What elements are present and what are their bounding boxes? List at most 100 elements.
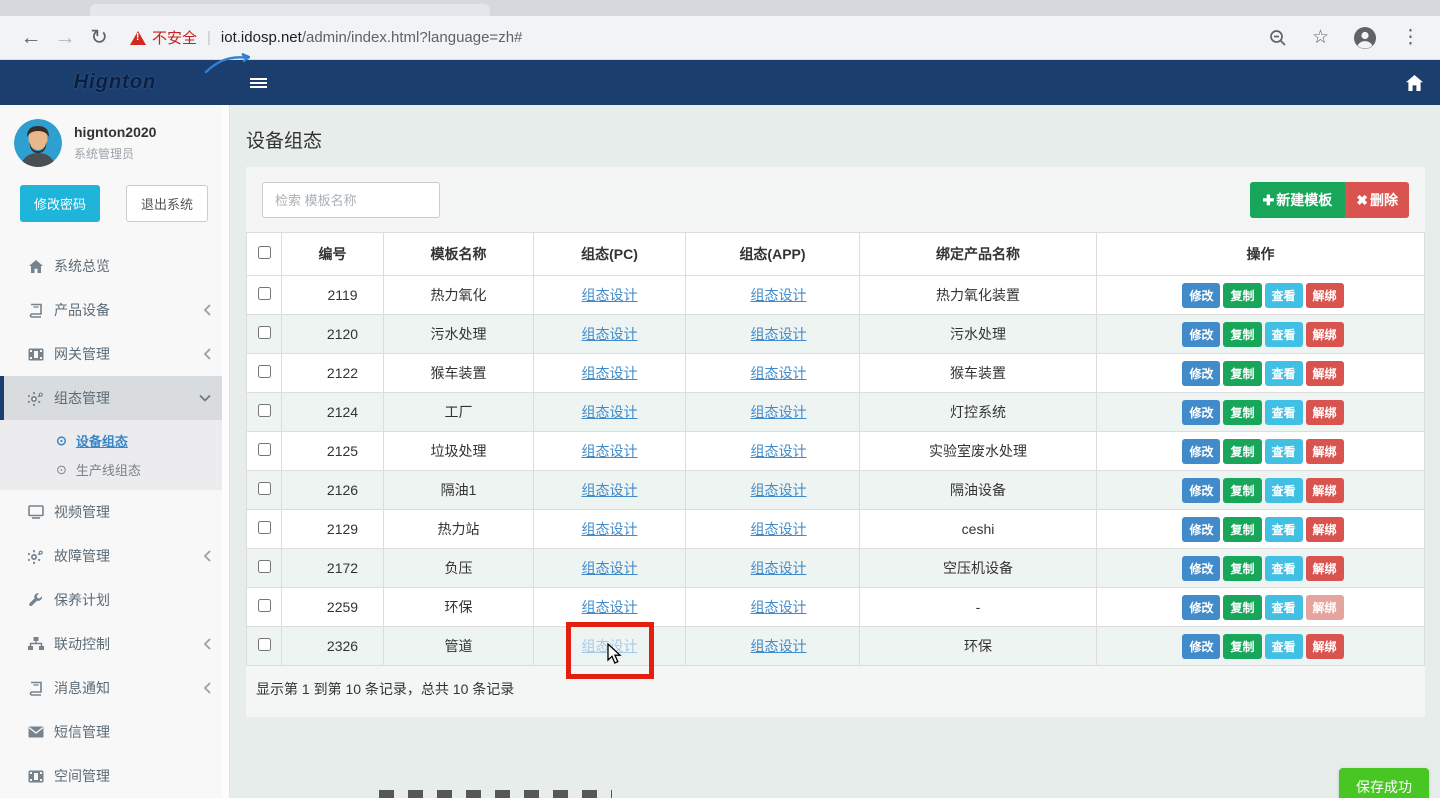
edit-button[interactable]: 修改 (1182, 478, 1220, 503)
unbind-button[interactable]: 解绑 (1306, 595, 1344, 620)
row-checkbox[interactable] (258, 287, 271, 300)
change-password-button[interactable]: 修改密码 (20, 185, 100, 222)
copy-button[interactable]: 复制 (1223, 634, 1261, 659)
app-design-link[interactable]: 组态设计 (751, 287, 807, 303)
security-warning[interactable]: 不安全 (152, 27, 197, 48)
view-button[interactable]: 查看 (1265, 361, 1303, 386)
app-design-link[interactable]: 组态设计 (751, 638, 807, 654)
sidebar-item-10[interactable]: 短信管理 (0, 710, 229, 754)
edit-button[interactable]: 修改 (1182, 439, 1220, 464)
sidebar-subitem-2[interactable]: ⊙生产线组态 (0, 455, 229, 484)
view-button[interactable]: 查看 (1265, 478, 1303, 503)
sidebar-item-1[interactable]: 系统总览 (0, 244, 229, 288)
unbind-button[interactable]: 解绑 (1306, 322, 1344, 347)
copy-button[interactable]: 复制 (1223, 283, 1261, 308)
profile-avatar-icon[interactable] (1353, 26, 1377, 50)
app-design-link[interactable]: 组态设计 (751, 482, 807, 498)
pc-design-link[interactable]: 组态设计 (582, 443, 638, 459)
copy-button[interactable]: 复制 (1223, 595, 1261, 620)
unbind-button[interactable]: 解绑 (1306, 283, 1344, 308)
app-design-link[interactable]: 组态设计 (751, 560, 807, 576)
menu-dots-icon[interactable]: ⋮ (1401, 26, 1420, 49)
pc-design-link[interactable]: 组态设计 (582, 287, 638, 303)
sidebar-subitem-1[interactable]: ⊙设备组态 (0, 426, 229, 455)
copy-button[interactable]: 复制 (1223, 361, 1261, 386)
app-design-link[interactable]: 组态设计 (751, 521, 807, 537)
sidebar-item-6[interactable]: 故障管理 (0, 534, 229, 578)
pc-design-link[interactable]: 组态设计 (582, 599, 638, 615)
copy-button[interactable]: 复制 (1223, 400, 1261, 425)
pc-design-link[interactable]: 组态设计 (582, 404, 638, 420)
unbind-button[interactable]: 解绑 (1306, 439, 1344, 464)
view-button[interactable]: 查看 (1265, 634, 1303, 659)
app-logo[interactable]: Hignton (0, 60, 230, 105)
view-button[interactable]: 查看 (1265, 283, 1303, 308)
reload-icon[interactable]: ↻ (82, 25, 116, 50)
sidebar-item-9[interactable]: 消息通知 (0, 666, 229, 710)
row-checkbox[interactable] (258, 599, 271, 612)
edit-button[interactable]: 修改 (1182, 517, 1220, 542)
address-bar[interactable]: 不安全 | iot.idosp.net/admin/index.html?lan… (130, 27, 1268, 48)
bookmark-star-icon[interactable]: ☆ (1312, 26, 1329, 49)
pc-design-link[interactable]: 组态设计 (582, 326, 638, 342)
edit-button[interactable]: 修改 (1182, 361, 1220, 386)
row-checkbox[interactable] (258, 521, 271, 534)
back-icon[interactable]: ← (14, 26, 48, 50)
row-checkbox[interactable] (258, 404, 271, 417)
delete-button[interactable]: ✖删除 (1345, 182, 1409, 218)
browser-active-tab[interactable] (90, 4, 490, 16)
search-input[interactable] (262, 182, 440, 218)
unbind-button[interactable]: 解绑 (1306, 517, 1344, 542)
view-button[interactable]: 查看 (1265, 517, 1303, 542)
new-template-button[interactable]: ✚新建模板 (1250, 182, 1346, 218)
app-design-link[interactable]: 组态设计 (751, 443, 807, 459)
sidebar-item-11[interactable]: 空间管理 (0, 754, 229, 798)
edit-button[interactable]: 修改 (1182, 595, 1220, 620)
sidebar-item-5[interactable]: 视频管理 (0, 490, 229, 534)
logout-button[interactable]: 退出系统 (126, 185, 208, 222)
unbind-button[interactable]: 解绑 (1306, 556, 1344, 581)
edit-button[interactable]: 修改 (1182, 400, 1220, 425)
edit-button[interactable]: 修改 (1182, 283, 1220, 308)
row-checkbox[interactable] (258, 638, 271, 651)
copy-button[interactable]: 复制 (1223, 556, 1261, 581)
forward-icon[interactable]: → (48, 26, 82, 50)
edit-button[interactable]: 修改 (1182, 556, 1220, 581)
select-all-checkbox[interactable] (258, 246, 271, 259)
view-button[interactable]: 查看 (1265, 439, 1303, 464)
avatar[interactable] (14, 119, 62, 167)
row-checkbox[interactable] (258, 365, 271, 378)
zoom-out-icon[interactable] (1268, 28, 1288, 48)
edit-button[interactable]: 修改 (1182, 634, 1220, 659)
view-button[interactable]: 查看 (1265, 322, 1303, 347)
row-checkbox[interactable] (258, 443, 271, 456)
row-checkbox[interactable] (258, 482, 271, 495)
view-button[interactable]: 查看 (1265, 556, 1303, 581)
pc-design-link[interactable]: 组态设计 (582, 638, 638, 654)
copy-button[interactable]: 复制 (1223, 439, 1261, 464)
sidebar-item-8[interactable]: 联动控制 (0, 622, 229, 666)
pc-design-link[interactable]: 组态设计 (582, 482, 638, 498)
row-checkbox[interactable] (258, 560, 271, 573)
view-button[interactable]: 查看 (1265, 400, 1303, 425)
app-design-link[interactable]: 组态设计 (751, 599, 807, 615)
unbind-button[interactable]: 解绑 (1306, 361, 1344, 386)
sidebar-item-3[interactable]: 网关管理 (0, 332, 229, 376)
sidebar-item-7[interactable]: 保养计划 (0, 578, 229, 622)
home-icon[interactable] (1389, 60, 1440, 105)
sidebar-item-4[interactable]: 组态管理 (0, 376, 229, 420)
edit-button[interactable]: 修改 (1182, 322, 1220, 347)
copy-button[interactable]: 复制 (1223, 322, 1261, 347)
app-design-link[interactable]: 组态设计 (751, 365, 807, 381)
copy-button[interactable]: 复制 (1223, 517, 1261, 542)
row-checkbox[interactable] (258, 326, 271, 339)
app-design-link[interactable]: 组态设计 (751, 326, 807, 342)
unbind-button[interactable]: 解绑 (1306, 400, 1344, 425)
copy-button[interactable]: 复制 (1223, 478, 1261, 503)
sidebar-item-2[interactable]: 产品设备 (0, 288, 229, 332)
pc-design-link[interactable]: 组态设计 (582, 560, 638, 576)
unbind-button[interactable]: 解绑 (1306, 634, 1344, 659)
unbind-button[interactable]: 解绑 (1306, 478, 1344, 503)
pc-design-link[interactable]: 组态设计 (582, 521, 638, 537)
app-design-link[interactable]: 组态设计 (751, 404, 807, 420)
